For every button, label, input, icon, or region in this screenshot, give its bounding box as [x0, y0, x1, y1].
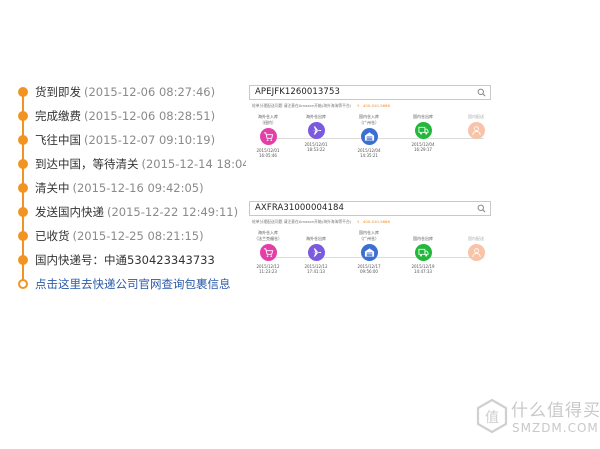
notice-text: 轮单分理配送问题 请注意在Amazon开箱(海外海淘等平台) — [252, 219, 352, 224]
watermark-text: 什么值得买 — [511, 401, 600, 421]
step-time: 18:53:22 — [307, 147, 325, 152]
timeline-dot-icon — [18, 87, 28, 97]
step-label: 国内仓出库 — [413, 114, 433, 119]
notice-text: 轮单分理配送问题 请注意在Amazon开箱(海外海淘等平台) — [252, 103, 352, 108]
plane-icon — [307, 122, 325, 139]
watermark: 值 什么值得买 SMZDM.COM — [476, 394, 600, 442]
timeline-status: 已收货 — [35, 229, 70, 243]
logistics-timeline: 货到即发 (2015-12-06 08:27:46) 完成缴费 (2015-12-0… — [17, 82, 273, 294]
hotline-link[interactable]: 400-010-5666 — [363, 219, 390, 224]
search-icon[interactable] — [477, 204, 486, 213]
step-sub: （法兰克福仓） — [254, 236, 282, 241]
page: 货到即发 (2015-12-06 08:27:46) 完成缴费 (2015-12-0… — [0, 0, 600, 449]
hotline-link[interactable]: 400-010-5666 — [363, 103, 390, 108]
step-label: 国内配送 — [468, 114, 484, 119]
timeline-status: 发送国内快递 — [35, 205, 104, 219]
timeline-status: 货到即发 — [35, 85, 81, 99]
step-overseas-in: 海外仓入库 （法兰克福仓） 2015/12/12 11:23:23 — [248, 230, 288, 274]
smzdm-logo-icon: 值 — [476, 398, 508, 434]
step-label: 国内仓出库 — [413, 236, 433, 241]
timeline-time: (2015-12-22 12:49:11) — [107, 205, 239, 219]
domestic-tracking-number: 国内快递号：中通530423343733 — [35, 253, 215, 267]
truck-icon — [414, 244, 432, 261]
step-overseas-out: 海外仓出库 2015/12/12 17:41:13 — [296, 236, 336, 274]
watermark-domain: SMZDM.COM — [512, 421, 599, 435]
timeline-dot-icon — [18, 231, 28, 241]
person-icon — [467, 244, 485, 261]
tracking-number: AXFRA31000004184 — [255, 203, 344, 213]
notice-row: 轮单分理配送问题 请注意在Amazon开箱(海外海淘等平台)! 400-010-5… — [252, 102, 490, 110]
cart-icon — [259, 244, 277, 261]
tracking-number: APEJFK1260013753 — [255, 87, 340, 97]
courier-website-link[interactable]: 点击这里去快递公司官网查询包裹信息 — [35, 274, 231, 294]
step-delivered: 国内配送 — [456, 114, 496, 139]
step-domestic-out: 国内仓出库 2015/12/04 16:29:17 — [403, 114, 443, 152]
tracking-card: AXFRA31000004184 轮单分理配送问题 请注意在Amazon开箱(海… — [246, 201, 492, 288]
step-sub: （广州仓） — [359, 236, 379, 241]
person-icon — [467, 122, 485, 139]
step-time: 16:29:17 — [414, 147, 432, 152]
warning-icon: ! — [357, 103, 359, 108]
step-time: 11:23:23 — [259, 269, 277, 274]
step-domestic-out: 国内仓出库 2015/12/19 14:47:33 — [403, 236, 443, 274]
timeline-time: (2015-12-06 08:28:51) — [84, 109, 216, 123]
notice-row: 轮单分理配送问题 请注意在Amazon开箱(海外海淘等平台)! 400-010-5… — [252, 218, 490, 226]
timeline-status: 飞往中国 — [35, 133, 81, 147]
tracking-search-input[interactable]: APEJFK1260013753 — [249, 85, 491, 100]
step-time: 14:47:33 — [414, 269, 432, 274]
search-icon[interactable] — [477, 88, 486, 97]
timeline-time: (2015-12-06 08:27:46) — [84, 85, 216, 99]
warehouse-icon — [360, 244, 378, 261]
timeline-hollow-dot-icon — [18, 279, 28, 289]
step-domestic-in: 国内仓入库 （广州仓） 2015/12/17 09:56:00 — [349, 230, 389, 274]
step-label: 海外仓出库 — [306, 114, 326, 119]
tracking-card: APEJFK1260013753 轮单分理配送问题 请注意在Amazon开箱(海… — [246, 85, 492, 172]
step-label: 海外仓出库 — [306, 236, 326, 241]
svg-text:值: 值 — [485, 410, 499, 426]
step-time: 16:05:46 — [259, 153, 277, 158]
step-time: 09:56:00 — [360, 269, 378, 274]
step-time: 14:35:21 — [360, 153, 378, 158]
warehouse-icon — [360, 128, 378, 145]
timeline-time: (2015-12-16 09:42:05) — [72, 181, 204, 195]
tracking-search-input[interactable]: AXFRA31000004184 — [249, 201, 491, 216]
timeline-status: 到达中国，等待清关 — [35, 157, 139, 171]
step-sub: （广州仓） — [359, 120, 379, 125]
timeline-dot-icon — [18, 111, 28, 121]
warning-icon: ! — [357, 219, 359, 224]
timeline-status: 完成缴费 — [35, 109, 81, 123]
step-delivered: 国内配送 — [456, 236, 496, 261]
timeline-dot-icon — [18, 255, 28, 265]
step-domestic-in: 国内仓入库 （广州仓） 2015/12/04 14:35:21 — [349, 114, 389, 158]
step-sub: （纽约） — [260, 120, 276, 125]
step-label: 国内配送 — [468, 236, 484, 241]
timeline-dot-icon — [18, 207, 28, 217]
timeline-dot-icon — [18, 159, 28, 169]
truck-icon — [414, 122, 432, 139]
step-overseas-in: 海外仓入库 （纽约） 2015/12/01 16:05:46 — [248, 114, 288, 158]
timeline-time: (2015-12-25 08:21:15) — [72, 229, 204, 243]
plane-icon — [307, 244, 325, 261]
timeline-time: (2015-12-07 09:10:19) — [84, 133, 216, 147]
timeline-dot-icon — [18, 135, 28, 145]
step-time: 17:41:13 — [307, 269, 325, 274]
timeline-status: 清关中 — [35, 181, 70, 195]
step-overseas-out: 海外仓出库 2015/12/01 18:53:22 — [296, 114, 336, 152]
timeline-dot-icon — [18, 183, 28, 193]
cart-icon — [259, 128, 277, 145]
